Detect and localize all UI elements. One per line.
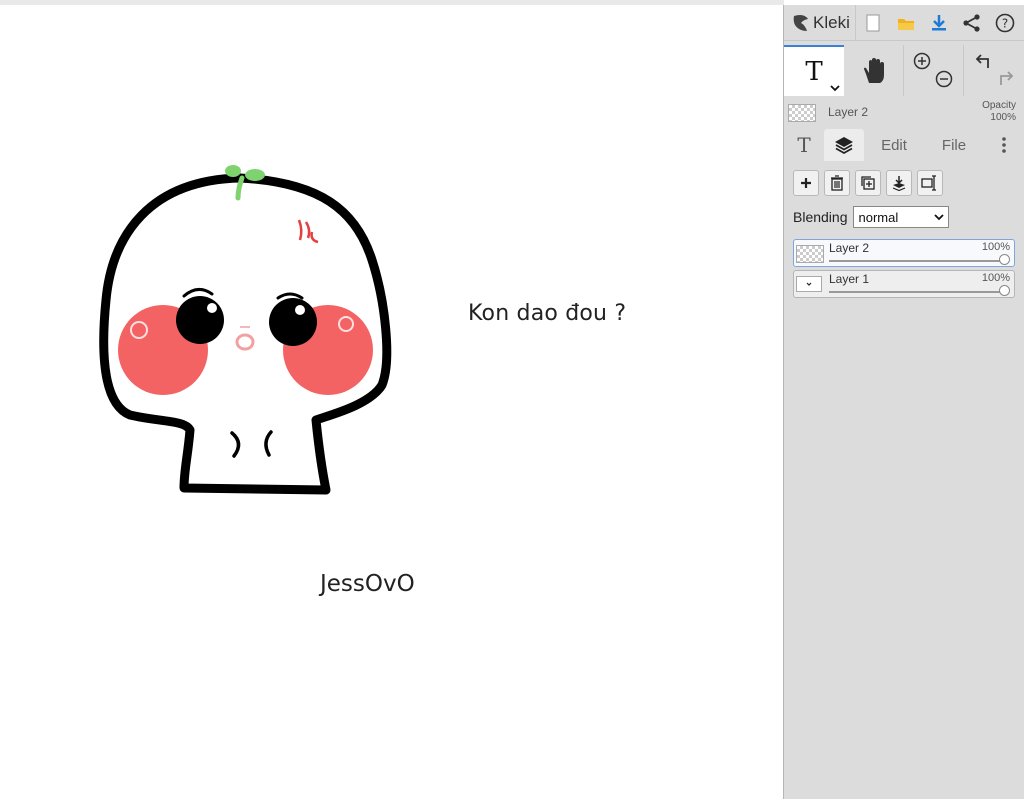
open-folder-icon: [897, 18, 914, 30]
drawing-canvas[interactable]: Kon dao đou ? JessOvO: [0, 5, 783, 799]
download-icon: [931, 14, 946, 30]
add-layer-button[interactable]: [793, 170, 819, 196]
tab-text-glyph: T: [797, 133, 811, 157]
opacity-slider-handle[interactable]: [999, 285, 1010, 296]
tab-edit[interactable]: Edit: [864, 129, 924, 161]
opacity-label: Opacity: [982, 100, 1016, 111]
blending-label: Blending: [793, 209, 848, 225]
duplicate-layer-button[interactable]: [855, 170, 881, 196]
canvas-text-signature: JessOvO: [320, 571, 415, 597]
undo-icon[interactable]: [974, 53, 992, 71]
layer-thumbnail: [788, 104, 816, 122]
blending-select[interactable]: normal: [852, 206, 949, 228]
delete-layer-button[interactable]: [824, 170, 850, 196]
app-topbar: Kleki ?: [784, 5, 1024, 41]
new-image-icon: [866, 14, 879, 31]
current-layer-name: Layer 2: [828, 105, 869, 119]
hand-tool-button[interactable]: [844, 45, 904, 96]
current-layer-header: Layer 2 Opacity 100%: [784, 98, 1024, 128]
app-name: Kleki: [813, 12, 850, 32]
help-button[interactable]: ?: [988, 5, 1021, 40]
canvas-drawing: [99, 165, 392, 495]
opacity-slider-handle[interactable]: [999, 254, 1010, 265]
rename-layer-button[interactable]: [917, 170, 943, 196]
zoom-in-icon[interactable]: [913, 52, 931, 70]
text-tool-button[interactable]: T: [784, 45, 844, 96]
layer-thumbnail: [796, 245, 824, 263]
open-image-button[interactable]: [889, 5, 922, 40]
more-menu-button[interactable]: [984, 129, 1024, 161]
kleki-logo-icon: [793, 14, 808, 31]
zoom-out-icon[interactable]: [935, 70, 953, 88]
zoom-buttons: [904, 45, 964, 96]
redo-icon[interactable]: [997, 70, 1015, 88]
layer-thumbnail: [796, 276, 822, 292]
trash-icon: [831, 175, 843, 191]
layer-thumbnail-preview: [806, 282, 812, 286]
tab-layers[interactable]: [824, 129, 864, 161]
blending-value: normal: [858, 209, 899, 225]
download-button[interactable]: [922, 5, 955, 40]
blending-row: Blending normal: [793, 206, 949, 228]
opacity-slider-track[interactable]: [829, 260, 1006, 262]
plus-icon: [801, 178, 811, 188]
tab-text[interactable]: T: [784, 129, 824, 161]
help-icon: ?: [995, 13, 1014, 32]
merge-layer-button[interactable]: [886, 170, 912, 196]
share-button[interactable]: [955, 5, 988, 40]
rename-icon: [921, 175, 936, 191]
current-layer-opacity: Opacity 100%: [982, 100, 1016, 124]
svg-text:?: ?: [1001, 16, 1007, 30]
tool-row: T: [784, 45, 1024, 96]
chevron-down-icon: [933, 213, 944, 220]
duplicate-icon: [861, 176, 875, 190]
undo-redo-buttons: [964, 45, 1024, 96]
panel-tabs: T Edit File: [784, 129, 1024, 161]
opacity-value: 100%: [990, 112, 1016, 123]
new-image-button[interactable]: [856, 5, 889, 40]
canvas-text-question: Kon dao đou ?: [468, 301, 627, 326]
more-vertical-icon: [1002, 137, 1006, 153]
kleki-logo[interactable]: Kleki: [784, 5, 856, 40]
layer-opacity: 100%: [981, 272, 1010, 284]
layer-name: Layer 1: [829, 272, 870, 286]
layer-opacity: 100%: [981, 241, 1010, 253]
chevron-down-icon[interactable]: [830, 85, 840, 93]
sidebar: Kleki ? T Layer 2 Opacity 100% T Edit Fi…: [783, 5, 1024, 799]
layer-item[interactable]: Layer 1 100%: [793, 270, 1015, 298]
layer-actions: [793, 170, 943, 196]
opacity-slider-track[interactable]: [829, 291, 1006, 293]
text-tool-glyph: T: [805, 56, 823, 87]
layers-icon: [835, 137, 853, 155]
share-icon: [962, 13, 980, 32]
hand-icon: [863, 57, 884, 83]
merge-down-icon: [892, 176, 906, 191]
tab-file[interactable]: File: [924, 129, 984, 161]
layer-item[interactable]: Layer 2 100%: [793, 239, 1015, 267]
layer-name: Layer 2: [829, 241, 870, 255]
